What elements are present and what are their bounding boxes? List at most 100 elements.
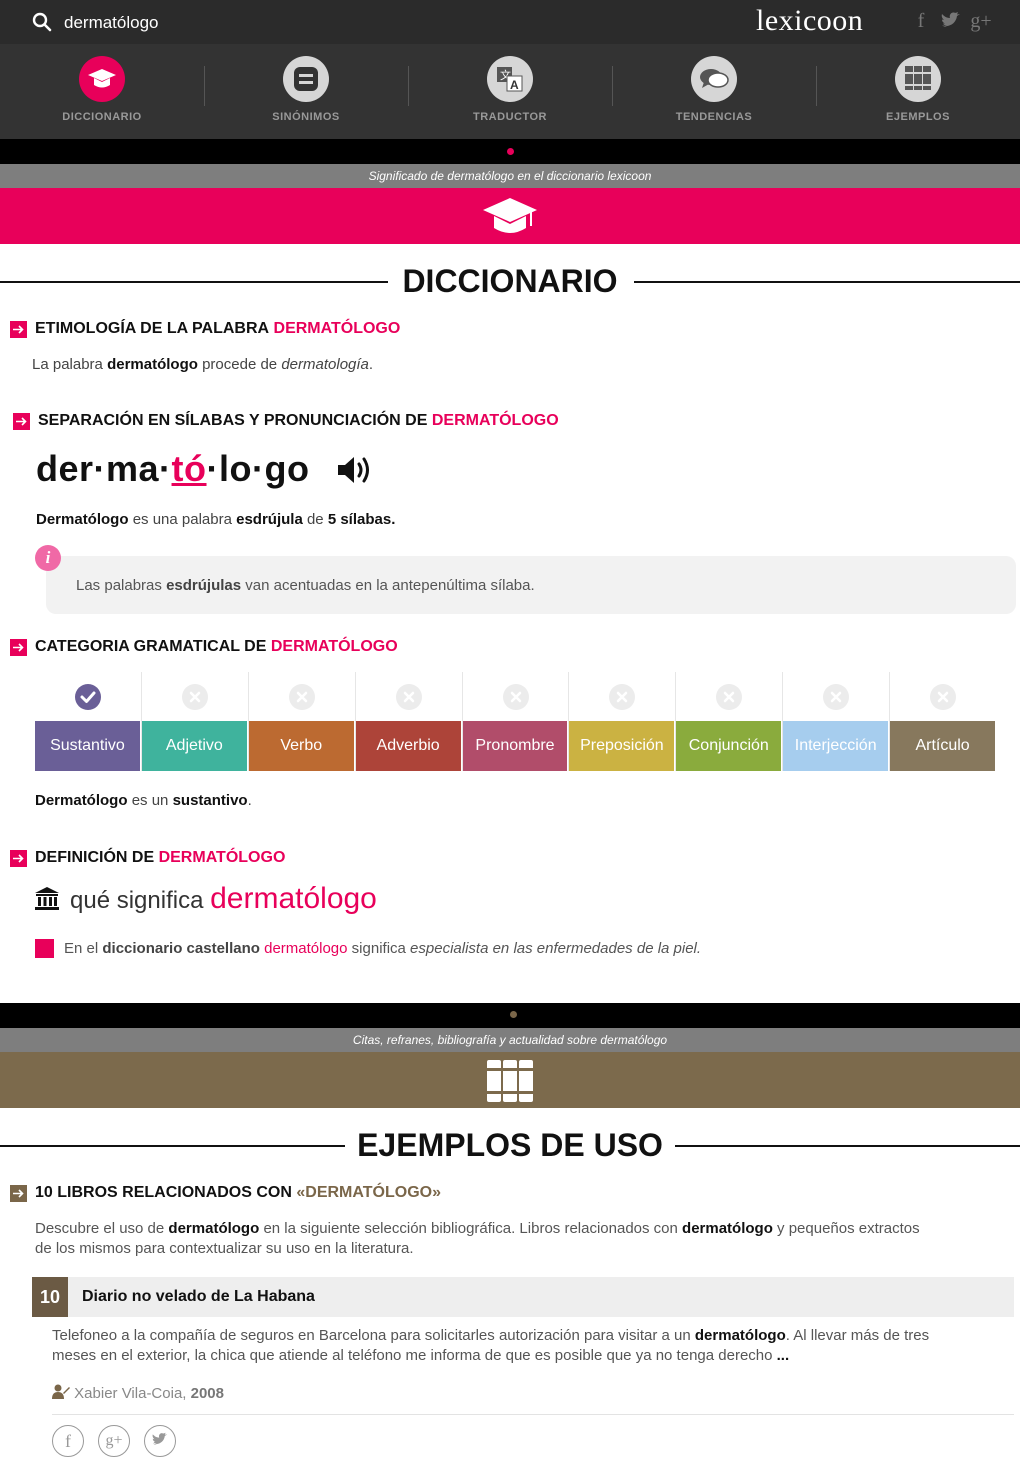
syllables-heading-word: DERMATÓLOGO [431, 412, 559, 429]
author-icon [52, 1384, 70, 1399]
books-intro: Descubre el uso de dermatólogo en la sig… [35, 1220, 920, 1257]
indicator-dot [510, 1011, 517, 1018]
grammar-category-5: Pronombre [461, 672, 569, 771]
nav-tendencias[interactable]: TENDENCIAS [612, 44, 816, 139]
nav-diccionario[interactable]: DICCIONARIO [0, 44, 204, 139]
syllable-split: der·ma·tó·lo·go [36, 448, 310, 489]
grammar-category-label: Adjetivo [141, 721, 248, 771]
search-input[interactable] [64, 10, 464, 36]
book-excerpt: Telefoneo a la compañía de seguros en Ba… [52, 1327, 930, 1364]
share-google-plus-icon[interactable]: g+ [98, 1425, 130, 1457]
grammar-category-7: Conjunción [675, 672, 783, 771]
grammar-heading-text: CATEGORIA GRAMATICAL DE [35, 638, 267, 655]
nav-traductor[interactable]: 文A TRADUCTOR [408, 44, 612, 139]
lexicoon-logo[interactable]: lexicoon [756, 4, 863, 38]
arrow-right-icon [10, 320, 27, 338]
svg-text:A: A [510, 78, 519, 92]
etymology-heading: ETIMOLOGÍA DE LA PALABRA DERMATÓLOGO [10, 319, 400, 339]
book-item[interactable]: 10 Diario no velado de La Habana [32, 1277, 1014, 1317]
book-author: Xabier Vila-Coia, [74, 1385, 187, 1402]
equals-icon [283, 56, 329, 102]
books-heading: 10 LIBROS RELACIONADOS CON «DERMATÓLOGO» [10, 1183, 441, 1203]
definition-heading-text: DEFINICIÓN DE [35, 849, 155, 866]
etymology-text: La palabra dermatólogo procede de dermat… [32, 356, 374, 373]
main-nav: DICCIONARIO SINÓNIMOS 文A TRADUCTOR TENDE… [0, 44, 1020, 139]
translate-icon: 文A [487, 56, 533, 102]
cross-icon [930, 684, 957, 710]
cross-icon [395, 684, 422, 710]
examples-banner-text: Citas, refranes, bibliografía y actualid… [0, 1028, 1020, 1052]
examples-title: EJEMPLOS DE USO [345, 1127, 675, 1163]
facebook-icon[interactable]: f [910, 10, 932, 32]
nav-label: SINÓNIMOS [272, 111, 340, 123]
syllables-heading: SEPARACIÓN EN SÍLABAS Y PRONUNCIACIÓN DE… [13, 411, 559, 431]
share-facebook-icon[interactable]: f [52, 1425, 84, 1457]
arrow-right-icon [10, 1184, 27, 1202]
cross-icon [609, 684, 636, 710]
share-twitter-icon[interactable] [144, 1425, 176, 1457]
top-bar: lexicoon f g+ [0, 0, 1020, 44]
grammar-category-4: Adverbio [354, 672, 462, 771]
grammar-category-grid: Sustantivo Adjetivo Verbo Adverbio Pronombre… [35, 672, 997, 771]
nav-sinonimos[interactable]: SINÓNIMOS [204, 44, 408, 139]
books-heading-word: «DERMATÓLOGO» [296, 1184, 441, 1201]
dict-banner-text: Significado de dermatólogo en el diccion… [0, 164, 1020, 188]
cross-icon [288, 684, 315, 710]
definition-text: En el diccionario castellano dermatólogo… [64, 940, 702, 957]
definition-word-link[interactable]: dermatólogo [264, 940, 347, 957]
grammar-category-3: Verbo [247, 672, 355, 771]
definition-heading: DEFINICIÓN DE DERMATÓLOGO [10, 848, 285, 868]
indicator-dot [507, 148, 514, 155]
grammar-category-6: Preposición [568, 672, 676, 771]
nav-label: EJEMPLOS [886, 111, 950, 123]
grammar-category-label: Pronombre [462, 721, 569, 771]
grammar-category-label: Conjunción [676, 721, 783, 771]
cross-icon [502, 684, 529, 710]
graduation-cap-icon [483, 198, 537, 233]
cross-icon [823, 684, 850, 710]
book-year: 2008 [190, 1385, 224, 1402]
grammar-category-label: Interjección [783, 721, 890, 771]
dictionary-section-title: DICCIONARIO [0, 261, 1020, 301]
books-icon [487, 1060, 533, 1102]
syllables-heading-text: SEPARACIÓN EN SÍLABAS Y PRONUNCIACIÓN DE [38, 412, 428, 429]
book-number: 10 [32, 1277, 68, 1317]
divider [52, 1414, 1014, 1415]
grammar-category-2: Adjetivo [140, 672, 248, 771]
grammar-category-8: Interjección [782, 672, 890, 771]
chat-bubbles-icon [691, 56, 737, 102]
cross-icon [181, 684, 208, 710]
cross-icon [716, 684, 743, 710]
museum-icon [35, 887, 59, 910]
info-icon: i [35, 545, 61, 571]
nav-label: TRADUCTOR [473, 111, 547, 123]
check-icon [74, 684, 101, 710]
page-title: DICCIONARIO [390, 263, 630, 299]
grammar-heading-word: DERMATÓLOGO [270, 638, 398, 655]
books-heading-text: 10 LIBROS RELACIONADOS CON [35, 1184, 292, 1201]
etymology-heading-text: ETIMOLOGÍA DE LA PALABRA [35, 320, 270, 337]
definition-bullet [35, 939, 54, 958]
nav-label: TENDENCIAS [675, 111, 753, 123]
twitter-icon[interactable] [940, 10, 962, 32]
book-title[interactable]: Diario no velado de La Habana [82, 1277, 315, 1317]
books-icon [895, 56, 941, 102]
definition-heading-word: DERMATÓLOGO [158, 849, 286, 866]
grammar-heading: CATEGORIA GRAMATICAL DE DERMATÓLOGO [10, 637, 398, 657]
grammar-category-label: Adverbio [355, 721, 462, 771]
examples-band [0, 1052, 1020, 1108]
search-icon[interactable] [32, 12, 52, 32]
speaker-icon[interactable] [336, 453, 374, 487]
que-significa: qué significa dermatólogo [70, 882, 377, 915]
nav-label: DICCIONARIO [62, 111, 142, 123]
grammar-category-label: Verbo [248, 721, 355, 771]
grammar-category-label: Preposición [569, 721, 676, 771]
nav-ejemplos[interactable]: EJEMPLOS [816, 44, 1020, 139]
arrow-right-icon [13, 412, 30, 430]
grammar-sentence: Dermatólogo es un sustantivo. [35, 792, 252, 809]
graduation-cap-icon [79, 56, 125, 102]
google-plus-icon[interactable]: g+ [968, 10, 994, 32]
dict-band [0, 188, 1020, 244]
examples-section-title: EJEMPLOS DE USO [0, 1125, 1020, 1165]
grammar-category-9: Artículo [889, 672, 997, 771]
